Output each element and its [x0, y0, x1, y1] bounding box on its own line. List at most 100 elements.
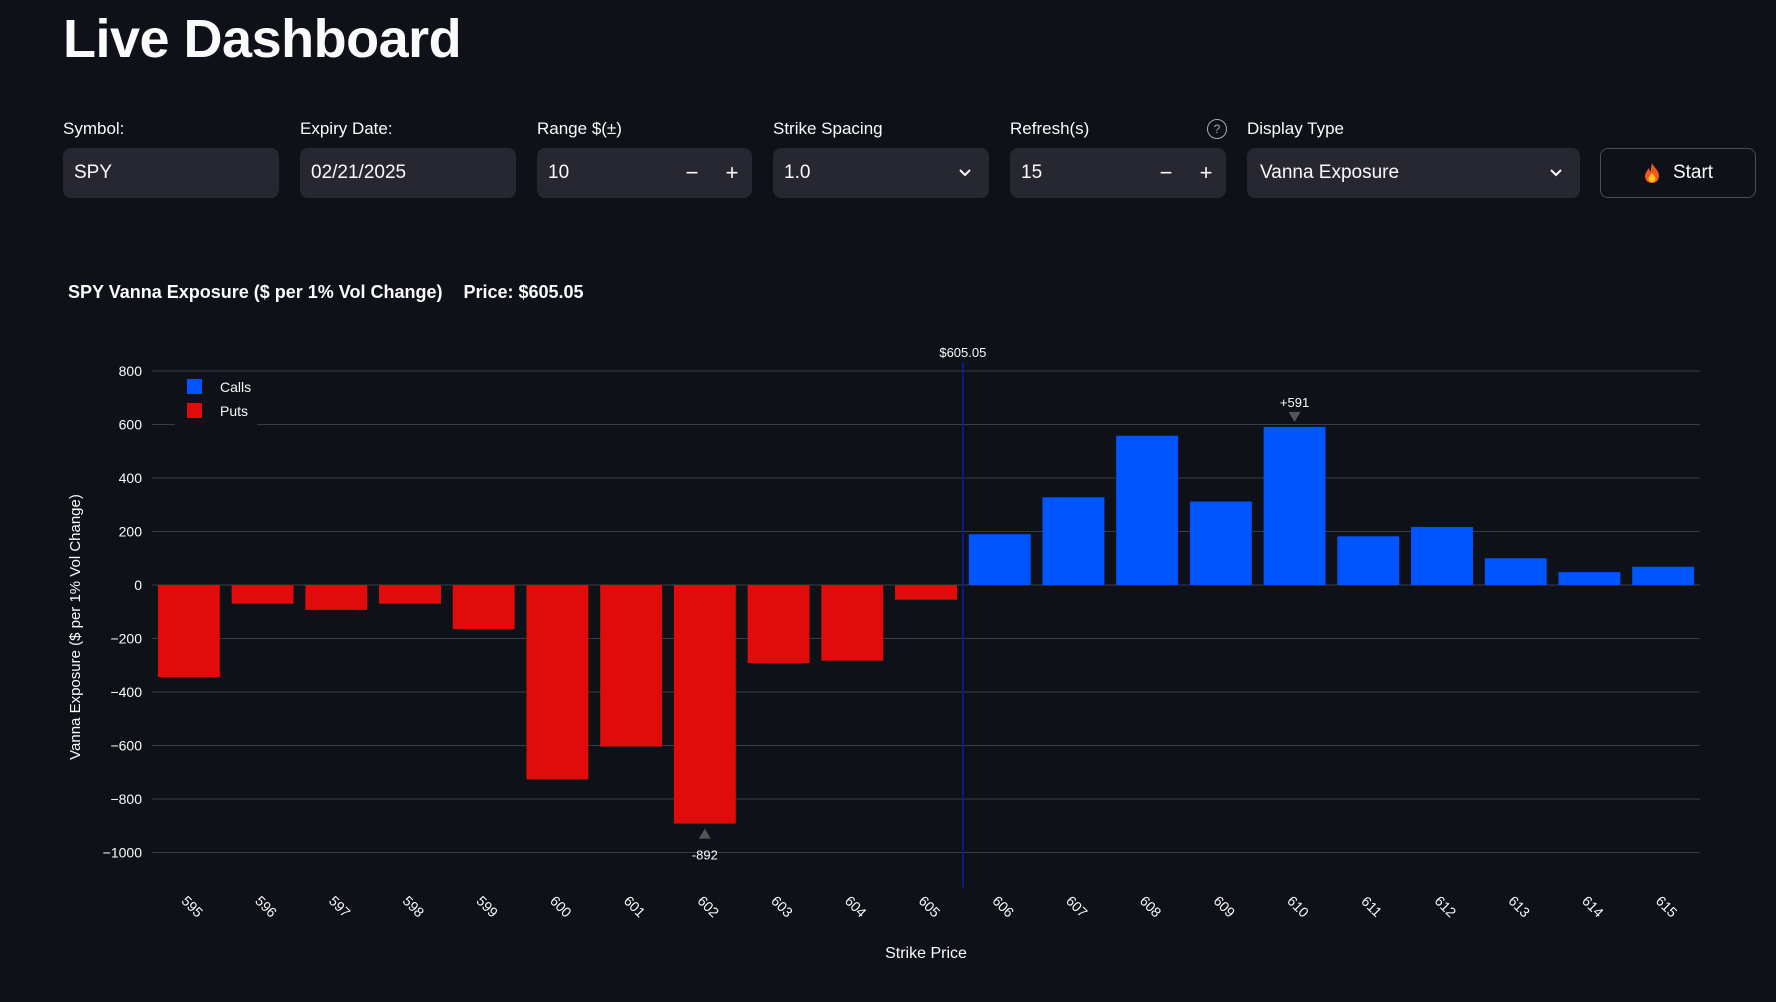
- puts-bar: [526, 585, 589, 780]
- calls-bar: [1337, 536, 1400, 585]
- expiry-field: Expiry Date: 02/21/2025: [300, 118, 516, 198]
- range-label: Range $(±): [537, 119, 622, 138]
- annotation-label: +591: [1280, 395, 1309, 410]
- chart-title: SPY Vanna Exposure ($ per 1% Vol Change): [68, 282, 443, 302]
- calls-bar: [1263, 426, 1326, 585]
- y-tick-label: −200: [110, 631, 142, 647]
- strike-spacing-field: Strike Spacing 1.0: [773, 118, 989, 198]
- puts-bar: [895, 585, 957, 600]
- strike-spacing-select[interactable]: 1.0: [773, 148, 989, 198]
- x-tick-label: 599: [473, 893, 501, 921]
- refresh-label: Refresh(s): [1010, 119, 1090, 138]
- annotation-arrow: [698, 828, 711, 839]
- x-tick-label: 598: [400, 893, 428, 921]
- puts-bar: [673, 585, 736, 824]
- y-tick-label: −600: [110, 738, 142, 754]
- x-tick-label: 606: [989, 893, 1017, 921]
- symbol-value: SPY: [74, 162, 113, 183]
- puts-bar: [600, 585, 663, 747]
- x-tick-label: 608: [1137, 893, 1165, 921]
- range-decrement-button[interactable]: −: [672, 148, 712, 198]
- x-tick-label: 607: [1063, 893, 1091, 921]
- expiry-date-input[interactable]: 02/21/2025: [300, 148, 516, 198]
- x-tick-label: 602: [694, 893, 722, 921]
- start-label: Start: [1672, 162, 1714, 183]
- legend-swatch: [187, 403, 202, 418]
- y-tick-label: −1000: [103, 845, 143, 861]
- x-tick-label: 609: [1210, 893, 1238, 921]
- calls-bar: [1116, 435, 1179, 585]
- x-tick-label: 595: [178, 893, 206, 921]
- expiry-label: Expiry Date:: [300, 119, 393, 138]
- symbol-field: Symbol: SPY: [63, 118, 279, 198]
- puts-bar: [231, 585, 294, 604]
- symbol-label: Symbol:: [63, 119, 125, 138]
- calls-bar: [1411, 526, 1473, 585]
- puts-bar: [157, 585, 220, 678]
- x-tick-label: 601: [621, 893, 649, 921]
- x-tick-label: 600: [547, 893, 575, 921]
- display-type-value: Vanna Exposure: [1260, 162, 1400, 183]
- x-tick-label: 611: [1358, 893, 1385, 920]
- strike-spacing-value: 1.0: [784, 162, 811, 183]
- x-tick-label: 596: [252, 893, 280, 921]
- refresh-field: Refresh(s) ? 15 − +: [1010, 118, 1227, 198]
- x-tick-label: 612: [1432, 893, 1460, 921]
- x-tick-label: 605: [916, 893, 944, 921]
- page-title: Live Dashboard: [63, 9, 462, 69]
- x-tick-label: 613: [1505, 893, 1533, 921]
- puts-bar: [821, 585, 884, 661]
- range-value: 10: [548, 162, 570, 183]
- strike-spacing-label: Strike Spacing: [773, 119, 883, 138]
- y-tick-label: −800: [110, 791, 142, 807]
- y-tick-label: 400: [119, 470, 143, 486]
- start-button[interactable]: Start: [1600, 148, 1756, 198]
- range-field: Range $(±) 10 − +: [537, 118, 752, 198]
- expiry-value: 02/21/2025: [311, 162, 407, 183]
- calls-bar: [1042, 497, 1105, 585]
- puts-bar: [379, 585, 441, 604]
- range-increment-button[interactable]: +: [712, 148, 752, 198]
- display-type-select[interactable]: Vanna Exposure: [1247, 148, 1580, 198]
- x-axis-title: Strike Price: [885, 945, 967, 962]
- refresh-increment-button[interactable]: +: [1186, 148, 1226, 198]
- x-tick-label: 604: [842, 893, 870, 921]
- chart-heading: SPY Vanna Exposure ($ per 1% Vol Change)…: [68, 282, 600, 303]
- refresh-decrement-button[interactable]: −: [1146, 148, 1186, 198]
- calls-bar: [968, 534, 1031, 585]
- calls-bar: [1558, 572, 1621, 585]
- display-type-field: Display Type Vanna Exposure: [1247, 118, 1580, 198]
- puts-bar: [452, 585, 515, 630]
- annotation-label: -892: [692, 848, 718, 863]
- chevron-down-icon: [959, 169, 971, 177]
- help-icon[interactable]: ?: [1207, 119, 1227, 139]
- symbol-input[interactable]: SPY: [63, 148, 279, 198]
- calls-bar: [1632, 566, 1695, 585]
- x-tick-label: 614: [1579, 893, 1607, 921]
- refresh-number-input[interactable]: 15 − +: [1010, 148, 1226, 198]
- y-axis-title: Vanna Exposure ($ per 1% Vol Change): [67, 494, 84, 760]
- price-line-label: $605.05: [939, 345, 986, 360]
- x-tick-label: 615: [1653, 893, 1681, 921]
- puts-bar: [305, 585, 368, 610]
- chart-price: Price: $605.05: [463, 282, 584, 302]
- y-tick-label: −400: [110, 684, 142, 700]
- refresh-value: 15: [1021, 162, 1043, 183]
- calls-bar: [1189, 501, 1252, 585]
- calls-bar: [1484, 558, 1547, 585]
- legend-label: Calls: [220, 379, 251, 395]
- chevron-down-icon: [1550, 169, 1562, 177]
- y-tick-label: 0: [134, 577, 142, 593]
- x-tick-label: 603: [768, 893, 796, 921]
- range-number-input[interactable]: 10 − +: [537, 148, 752, 198]
- fire-icon: [1644, 163, 1659, 183]
- y-tick-label: 600: [119, 417, 143, 433]
- x-tick-label: 597: [326, 893, 354, 921]
- x-tick-label: 610: [1284, 893, 1312, 921]
- display-type-label: Display Type: [1247, 119, 1345, 138]
- y-tick-label: 200: [119, 524, 143, 540]
- y-tick-label: 800: [119, 363, 143, 379]
- annotation-arrow: [1288, 411, 1301, 422]
- legend-box: [175, 373, 257, 425]
- legend-label: Puts: [220, 403, 248, 419]
